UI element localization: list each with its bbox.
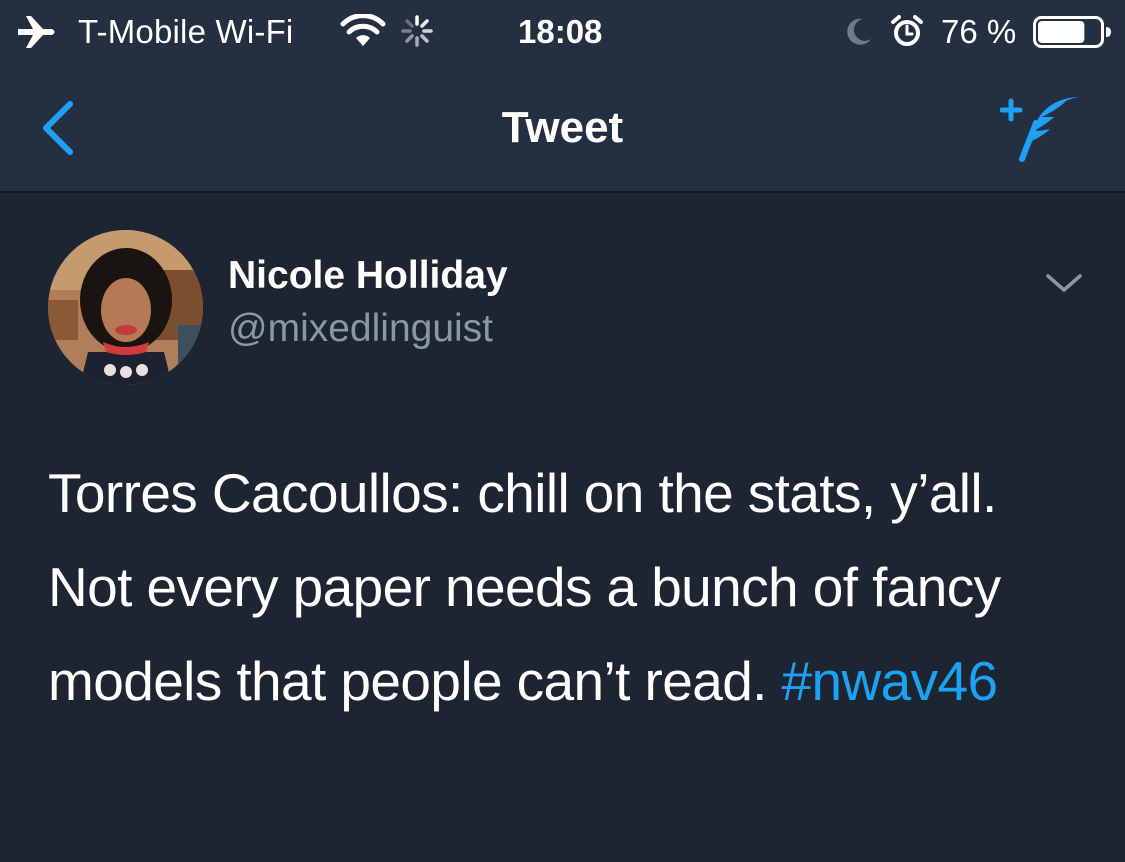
- status-bar: T-Mobile Wi-Fi 18:08 76 %: [0, 0, 1125, 65]
- author-name[interactable]: Nicole Holliday: [228, 253, 508, 299]
- divider: [0, 191, 1125, 193]
- carrier-name: T-Mobile Wi-Fi: [78, 13, 294, 50]
- battery-icon: [1033, 16, 1111, 48]
- loading-spinner-icon: [401, 15, 433, 47]
- navigation-bar: Tweet: [0, 65, 1125, 191]
- avatar[interactable]: [48, 230, 203, 385]
- alarm-icon: [891, 15, 923, 46]
- compose-tweet-icon[interactable]: [1000, 93, 1082, 163]
- airplane-icon: [18, 16, 55, 48]
- moon-icon: [847, 18, 871, 45]
- battery-percent: 76 %: [941, 13, 1017, 50]
- hashtag-link[interactable]: #nwav46: [782, 650, 999, 712]
- tweet-text: Torres Cacoullos: chill on the stats, y’…: [48, 446, 1088, 728]
- wifi-icon: [340, 14, 386, 46]
- avatar-photo: [48, 230, 203, 385]
- author-handle[interactable]: @mixedlinguist: [228, 306, 493, 352]
- page-title: Tweet: [501, 103, 624, 152]
- chevron-down-icon[interactable]: [1044, 268, 1084, 298]
- clock-time: 18:08: [518, 13, 603, 50]
